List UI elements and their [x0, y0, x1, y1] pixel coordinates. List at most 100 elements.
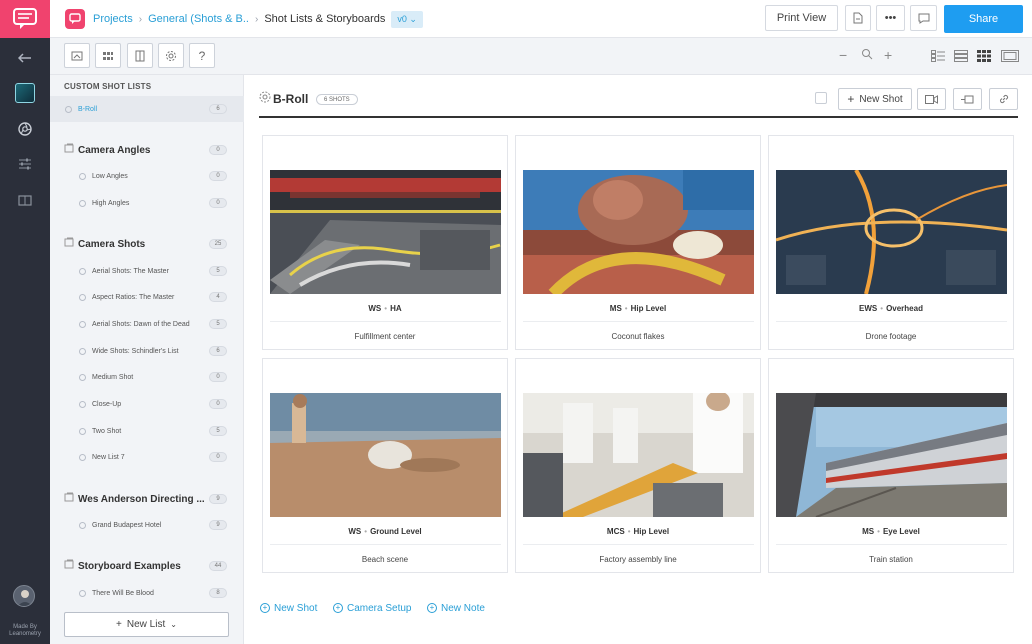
shot-description[interactable]: Coconut flakes [516, 332, 760, 341]
card-divider [270, 544, 501, 545]
shot-description[interactable]: Factory assembly line [516, 555, 760, 564]
shot-card[interactable]: MS • Eye Level Train station [768, 358, 1014, 573]
count-badge: 9 [209, 494, 227, 504]
shot-angle: Overhead [886, 304, 923, 313]
share-button[interactable]: Share [944, 5, 1023, 33]
new-shot-button[interactable]: + New Shot [838, 88, 912, 110]
chevron-right-icon: › [254, 13, 259, 25]
list-settings-icon[interactable] [259, 91, 271, 103]
new-list-button[interactable]: + New List ⌄ [64, 612, 229, 637]
frame-view-icon[interactable] [64, 43, 90, 68]
shot-image[interactable] [523, 393, 754, 517]
shots-count-badge: 6 SHOTS [316, 94, 358, 105]
sidebar-item-label: Aspect Ratios: The Master [92, 293, 175, 301]
version-dropdown[interactable]: v0 ⌄ [391, 10, 423, 28]
select-all-checkbox[interactable] [815, 92, 827, 104]
export-pdf-icon[interactable] [845, 5, 871, 31]
shot-card[interactable]: EWS • Overhead Drone footage [768, 135, 1014, 350]
plus-circle-icon: + [260, 603, 270, 613]
sidebar-item[interactable]: Close-Up 0 [50, 391, 244, 417]
presentation-view-icon[interactable] [1001, 50, 1019, 62]
book-icon[interactable] [0, 182, 50, 218]
sidebar-item-label: B-Roll [78, 105, 98, 113]
breadcrumb-projects[interactable]: Projects [93, 13, 133, 25]
sidebar-item-label: Low Angles [92, 172, 128, 180]
zoom-fit-icon[interactable] [861, 48, 873, 62]
add-new-note-link[interactable]: + New Note [427, 601, 485, 615]
user-avatar[interactable] [13, 585, 35, 607]
shot-description[interactable]: Beach scene [263, 555, 507, 564]
drag-handle-icon [79, 521, 86, 529]
grid-view-icon[interactable] [95, 43, 121, 68]
sidebar-item-label: New List 7 [92, 453, 125, 461]
list-title: B-Roll [273, 92, 309, 106]
sidebar-group-camera-angles[interactable]: Camera Angles 0 [50, 137, 244, 163]
list-folder-icon [64, 492, 74, 502]
sidebar-item-b-roll[interactable]: B-Roll 6 [50, 96, 244, 122]
shot-card[interactable]: MCS • Hip Level Factory assembly line [515, 358, 761, 573]
sidebar-item[interactable]: Aerial Shots: Dawn of the Dead 5 [50, 311, 244, 337]
shot-card[interactable]: WS • Ground Level Beach scene [262, 358, 508, 573]
drag-handle-icon [79, 267, 86, 275]
sidebar-item[interactable]: Aspect Ratios: The Master 4 [50, 284, 244, 310]
aperture-icon[interactable] [0, 111, 50, 147]
sidebar-item-high-angles[interactable]: High Angles 0 [50, 190, 244, 216]
sliders-icon[interactable] [0, 146, 50, 182]
breadcrumb-project[interactable]: General (Shots & B.. [148, 13, 249, 25]
list-view-icon[interactable] [931, 50, 945, 62]
sidebar-item[interactable]: There Will Be Blood 8 [50, 580, 244, 606]
plus-icon: + [116, 619, 122, 630]
count-badge: 0 [209, 171, 227, 181]
help-icon[interactable]: ? [189, 43, 215, 68]
zoom-out-icon[interactable]: − [839, 48, 847, 62]
shot-image[interactable] [776, 393, 1007, 517]
separator-dot: • [627, 527, 631, 536]
shot-card[interactable]: WS • HA Fulfillment center [262, 135, 508, 350]
shot-meta: MCS • Hip Level [516, 527, 760, 536]
card-divider [270, 321, 501, 322]
print-view-button[interactable]: Print View [765, 5, 838, 31]
new-shot-label: New Shot [859, 93, 903, 105]
add-new-shot-link[interactable]: + New Shot [260, 601, 317, 615]
grid-view-active-icon[interactable] [977, 50, 991, 62]
sidebar-item[interactable]: Medium Shot 0 [50, 364, 244, 390]
rows-view-icon[interactable] [954, 50, 968, 62]
comments-icon[interactable] [910, 5, 937, 31]
more-options-icon[interactable]: ••• [876, 5, 905, 31]
panel-toggle-icon[interactable] [127, 43, 153, 68]
storyboard-strip-icon[interactable] [953, 88, 982, 110]
shot-image[interactable] [523, 170, 754, 294]
shot-description[interactable]: Drone footage [769, 332, 1013, 341]
shot-meta: WS • HA [263, 304, 507, 313]
sidebar-item[interactable]: Wide Shots: Schindler's List 6 [50, 338, 244, 364]
camera-icon[interactable] [917, 88, 946, 110]
sidebar-group-storyboard-examples[interactable]: Storyboard Examples 44 [50, 553, 244, 579]
sidebar-item-low-angles[interactable]: Low Angles 0 [50, 163, 244, 189]
shot-list-main: B-Roll 6 SHOTS + New Shot WS • HA Fulfil… [244, 75, 1032, 644]
settings-gear-icon[interactable] [158, 43, 184, 68]
add-new-note-label: New Note [441, 602, 485, 614]
shot-description[interactable]: Train station [769, 555, 1013, 564]
sidebar-item[interactable]: Aerial Shots: The Master 5 [50, 258, 244, 284]
plus-icon: + [847, 92, 855, 106]
shot-description[interactable]: Fulfillment center [263, 332, 507, 341]
shot-card[interactable]: MS • Hip Level Coconut flakes [515, 135, 761, 350]
add-camera-setup-link[interactable]: + Camera Setup [333, 601, 411, 615]
sidebar-group-wes-anderson[interactable]: Wes Anderson Directing ... 9 [50, 486, 244, 512]
shot-image[interactable] [270, 393, 501, 517]
shot-image[interactable] [270, 170, 501, 294]
back-arrow-icon[interactable] [0, 40, 50, 76]
card-divider [776, 321, 1007, 322]
link-icon[interactable] [989, 88, 1018, 110]
sidebar-item[interactable]: Grand Budapest Hotel 9 [50, 512, 244, 538]
sidebar-item[interactable]: New List 7 0 [50, 444, 244, 470]
project-thumbnail-icon[interactable] [0, 75, 50, 111]
shot-image[interactable] [776, 170, 1007, 294]
drag-handle-icon [79, 427, 86, 435]
sidebar-item-label: Wide Shots: Schindler's List [92, 347, 179, 355]
zoom-in-icon[interactable]: + [884, 48, 892, 62]
sidebar-group-camera-shots[interactable]: Camera Shots 25 [50, 231, 244, 257]
list-folder-icon [64, 559, 74, 569]
studiobinder-logo-icon[interactable] [0, 0, 50, 38]
sidebar-item[interactable]: Two Shot 5 [50, 418, 244, 444]
